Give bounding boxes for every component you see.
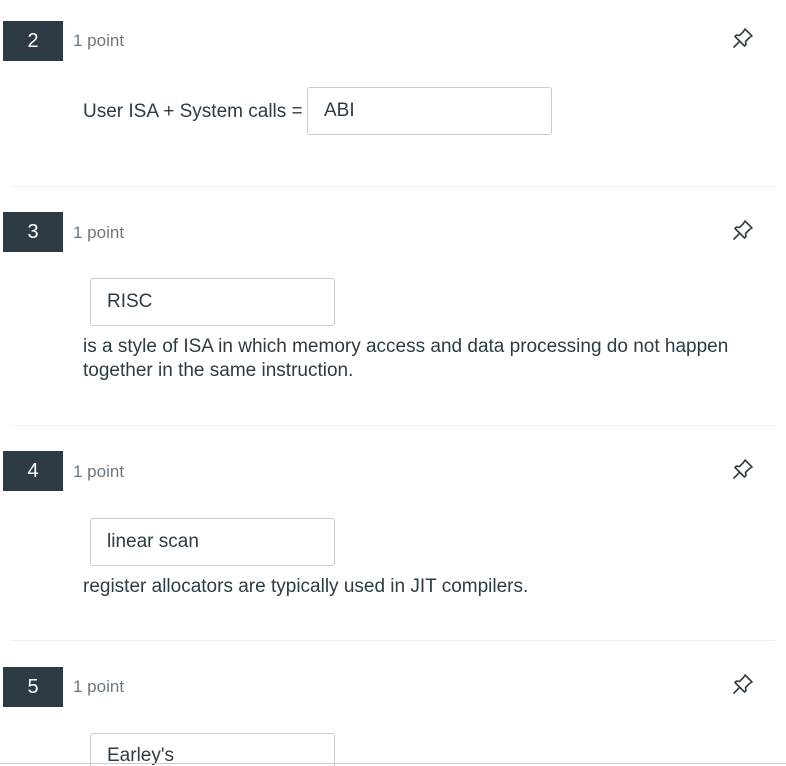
question-number: 3: [3, 212, 63, 252]
answer-input[interactable]: Earley's: [90, 733, 335, 766]
question-number: 5: [3, 667, 63, 707]
question-text-after: is a style of ISA in which memory access…: [83, 336, 729, 381]
pin-question-button[interactable]: [730, 25, 756, 51]
answer-input[interactable]: RISC: [90, 278, 335, 326]
pin-question-button[interactable]: [730, 217, 756, 243]
answer-input[interactable]: linear scan: [90, 518, 335, 566]
question-number: 4: [3, 451, 63, 491]
pin-question-button[interactable]: [730, 671, 756, 697]
question-divider: [10, 640, 775, 641]
pin-question-button[interactable]: [730, 456, 756, 482]
answer-input[interactable]: ABI: [307, 87, 552, 135]
pin-icon: [733, 459, 753, 479]
question-points: 1 point: [73, 677, 125, 696]
question-divider: [10, 425, 775, 426]
question-text-after: register allocators are typically used i…: [83, 576, 529, 597]
question-number: 2: [3, 21, 63, 61]
question-text-before: User ISA + System calls =: [83, 101, 303, 122]
viewport-bottom-border: [0, 763, 786, 764]
question-divider: [10, 186, 775, 187]
question-points: 1 point: [73, 31, 125, 50]
pin-icon: [733, 28, 753, 48]
pin-icon: [733, 674, 753, 694]
pin-icon: [733, 220, 753, 240]
question-points: 1 point: [73, 462, 125, 481]
question-points: 1 point: [73, 223, 125, 242]
